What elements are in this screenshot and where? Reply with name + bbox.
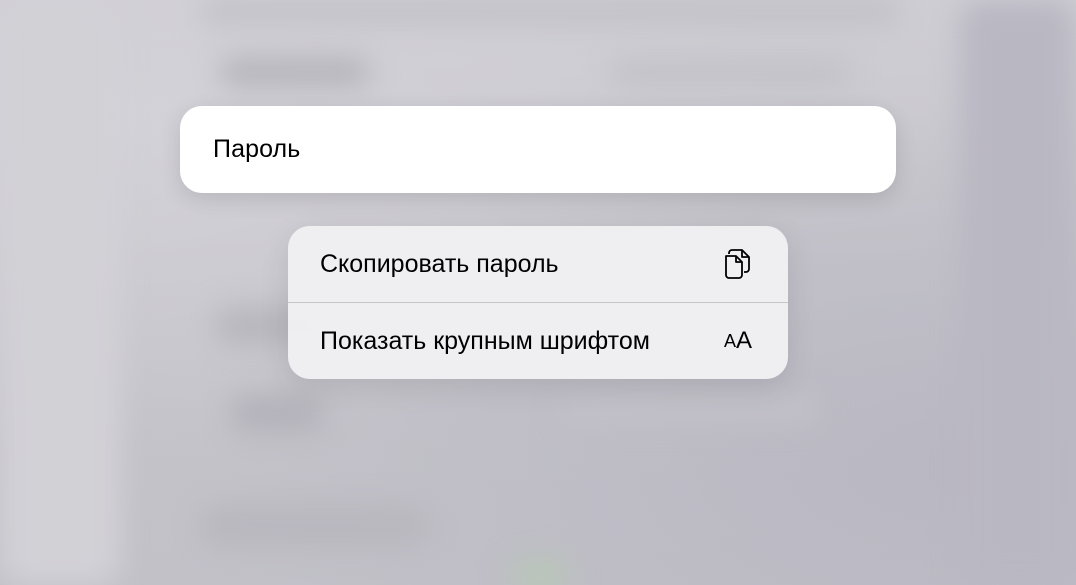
copy-password-label: Скопировать пароль [320,249,559,278]
password-field-label: Пароль [213,135,301,163]
show-large-font-label: Показать крупным шрифтом [320,326,650,355]
show-large-font-menu-item[interactable]: Показать крупным шрифтом AA [288,303,788,379]
text-size-icon: AA [723,327,752,354]
copy-documents-icon [722,247,752,281]
password-field-card[interactable]: Пароль [180,106,896,193]
copy-password-menu-item[interactable]: Скопировать пароль [288,226,788,302]
context-menu: Скопировать пароль Показать крупным шриф… [288,226,788,379]
